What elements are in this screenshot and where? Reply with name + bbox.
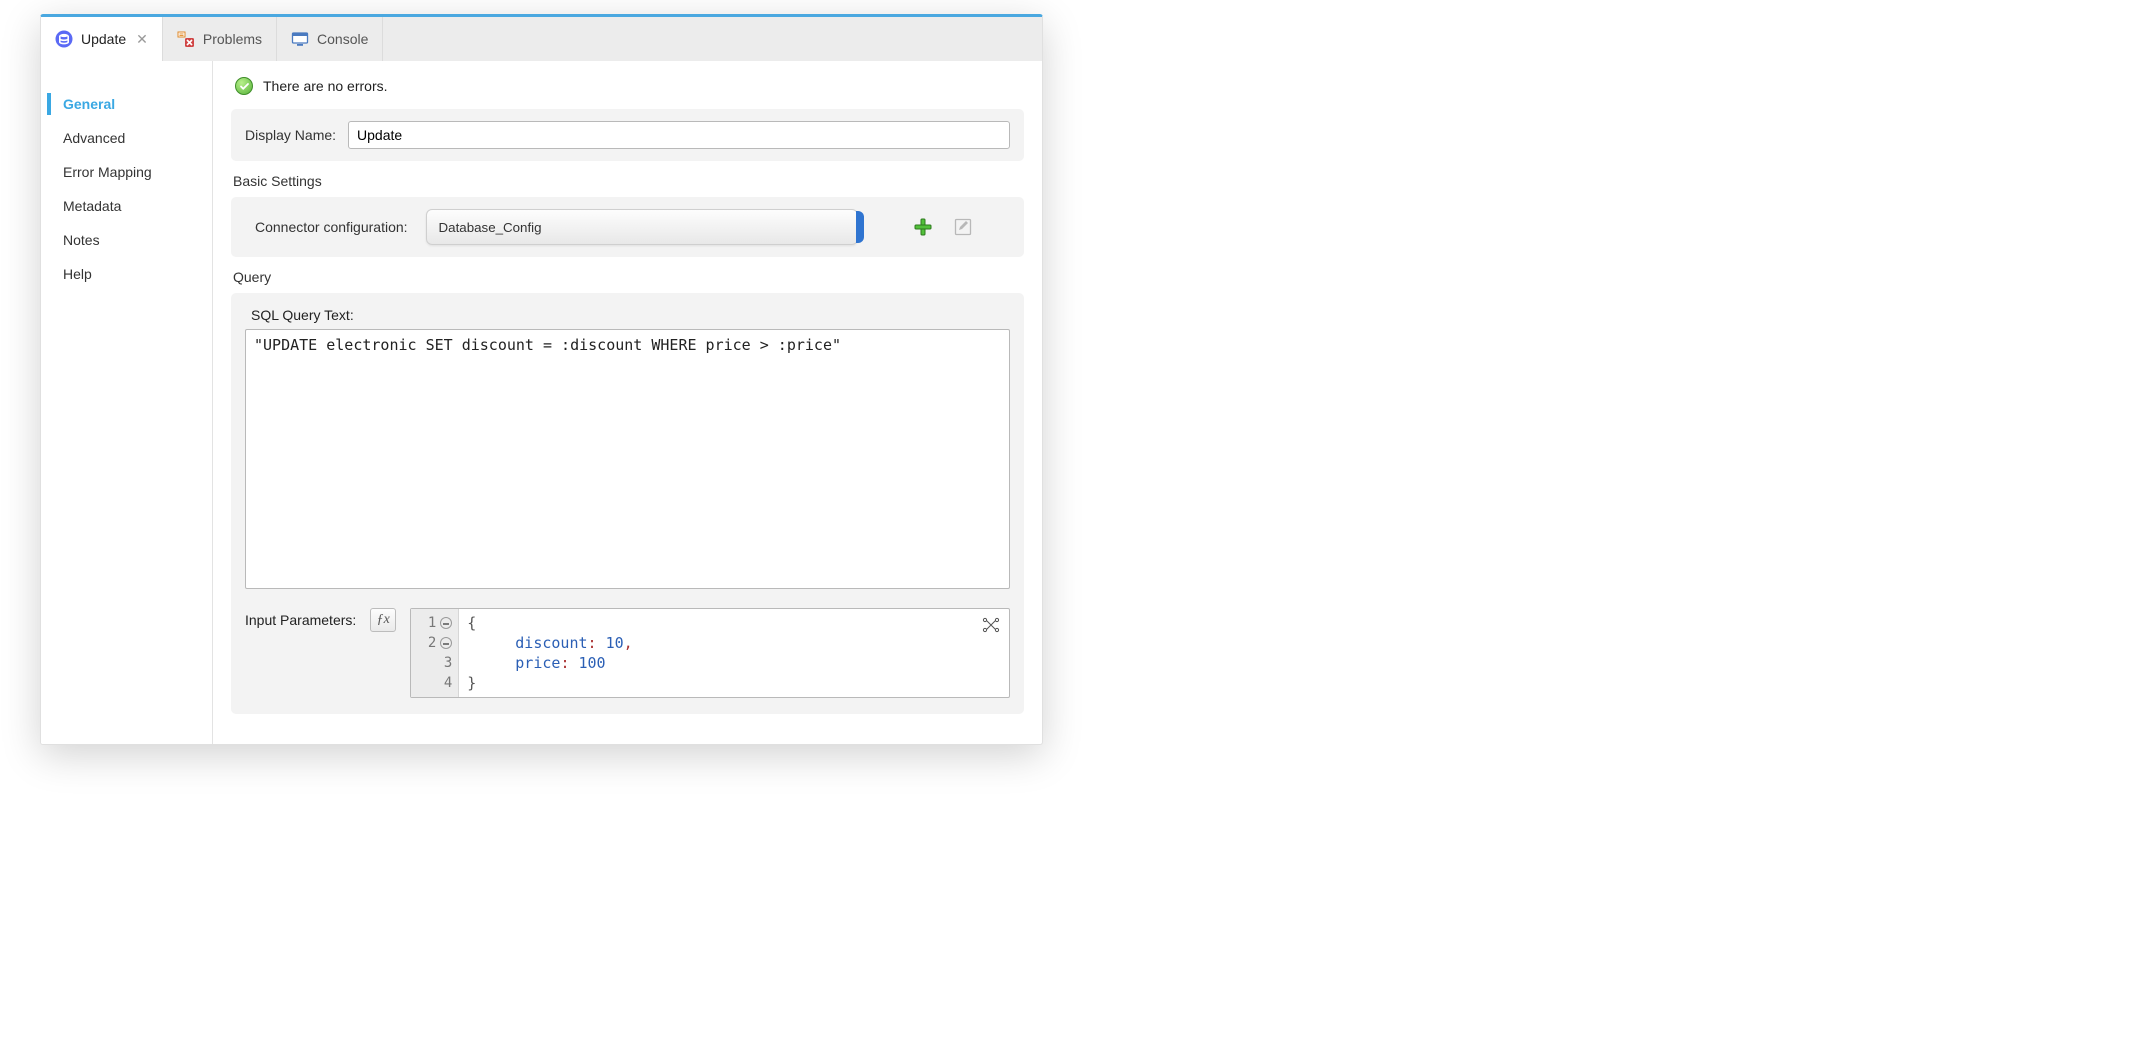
sidebar-item-error-mapping[interactable]: Error Mapping xyxy=(41,155,212,189)
status-message: There are no errors. xyxy=(263,78,388,94)
code-text: : xyxy=(588,634,597,652)
query-title: Query xyxy=(233,269,1022,285)
code-area[interactable]: { discount: 10, price: 100 } xyxy=(459,609,1009,697)
edit-config-button[interactable] xyxy=(952,216,974,238)
sidebar-item-label: General xyxy=(63,96,115,112)
basic-settings-panel: Connector configuration: Database_Config xyxy=(231,197,1024,257)
connector-config-dropdown[interactable]: Database_Config xyxy=(426,209,858,245)
check-icon xyxy=(235,77,253,95)
sidebar: General Advanced Error Mapping Metadata … xyxy=(41,61,213,744)
map-icon[interactable] xyxy=(981,615,1001,635)
tab-label: Update xyxy=(81,31,126,47)
problems-icon xyxy=(177,30,195,48)
sql-label: SQL Query Text: xyxy=(251,307,1010,323)
fold-icon[interactable] xyxy=(440,617,452,629)
tab-console[interactable]: Console xyxy=(277,17,383,61)
gutter: 1 2 3 4 xyxy=(411,609,459,697)
connector-config-label: Connector configuration: xyxy=(255,219,408,235)
input-parameters-editor[interactable]: 1 2 3 4 { discount: 10, p xyxy=(410,608,1010,698)
line-number: 1 xyxy=(428,615,436,631)
sql-query-input[interactable] xyxy=(245,329,1010,589)
tab-label: Problems xyxy=(203,31,262,47)
database-icon xyxy=(55,30,73,48)
tab-update[interactable]: Update ✕ xyxy=(41,17,163,61)
sidebar-item-label: Advanced xyxy=(63,130,125,146)
sidebar-item-label: Help xyxy=(63,266,92,282)
line-number: 4 xyxy=(444,675,452,691)
code-text: 10 xyxy=(606,634,624,652)
basic-settings-title: Basic Settings xyxy=(233,173,1022,189)
code-text: : xyxy=(560,654,569,672)
fold-icon[interactable] xyxy=(440,637,452,649)
tab-label: Console xyxy=(317,31,368,47)
input-parameters-label: Input Parameters: xyxy=(245,608,356,628)
tab-problems[interactable]: Problems xyxy=(163,17,277,61)
dropdown-value: Database_Config xyxy=(439,220,542,235)
line-number: 3 xyxy=(444,655,452,671)
dropdown-arrow-icon[interactable] xyxy=(856,211,864,243)
display-name-input[interactable] xyxy=(348,121,1010,149)
sidebar-item-label: Notes xyxy=(63,232,100,248)
add-config-button[interactable] xyxy=(912,216,934,238)
status-bar: There are no errors. xyxy=(231,71,1024,109)
sidebar-item-advanced[interactable]: Advanced xyxy=(41,121,212,155)
sidebar-item-help[interactable]: Help xyxy=(41,257,212,291)
main-panel: There are no errors. Display Name: Basic… xyxy=(213,61,1042,744)
display-name-label: Display Name: xyxy=(245,127,336,143)
sidebar-item-metadata[interactable]: Metadata xyxy=(41,189,212,223)
sidebar-item-general[interactable]: General xyxy=(41,87,212,121)
code-text: } xyxy=(467,674,476,692)
display-name-panel: Display Name: xyxy=(231,109,1024,161)
close-icon[interactable]: ✕ xyxy=(136,31,148,48)
fx-button[interactable]: ƒx xyxy=(370,608,396,632)
sidebar-item-label: Error Mapping xyxy=(63,164,152,180)
code-text: 100 xyxy=(579,654,606,672)
console-icon xyxy=(291,30,309,48)
tab-strip: Update ✕ Problems xyxy=(41,17,1042,61)
query-panel: SQL Query Text: Input Parameters: ƒx 1 2… xyxy=(231,293,1024,714)
code-text: { xyxy=(467,614,476,632)
editor-window: Update ✕ Problems xyxy=(40,14,1043,745)
sidebar-item-notes[interactable]: Notes xyxy=(41,223,212,257)
code-text: discount xyxy=(515,634,587,652)
code-text: price xyxy=(515,654,560,672)
sidebar-item-label: Metadata xyxy=(63,198,121,214)
line-number: 2 xyxy=(428,635,436,651)
code-text: , xyxy=(624,634,633,652)
